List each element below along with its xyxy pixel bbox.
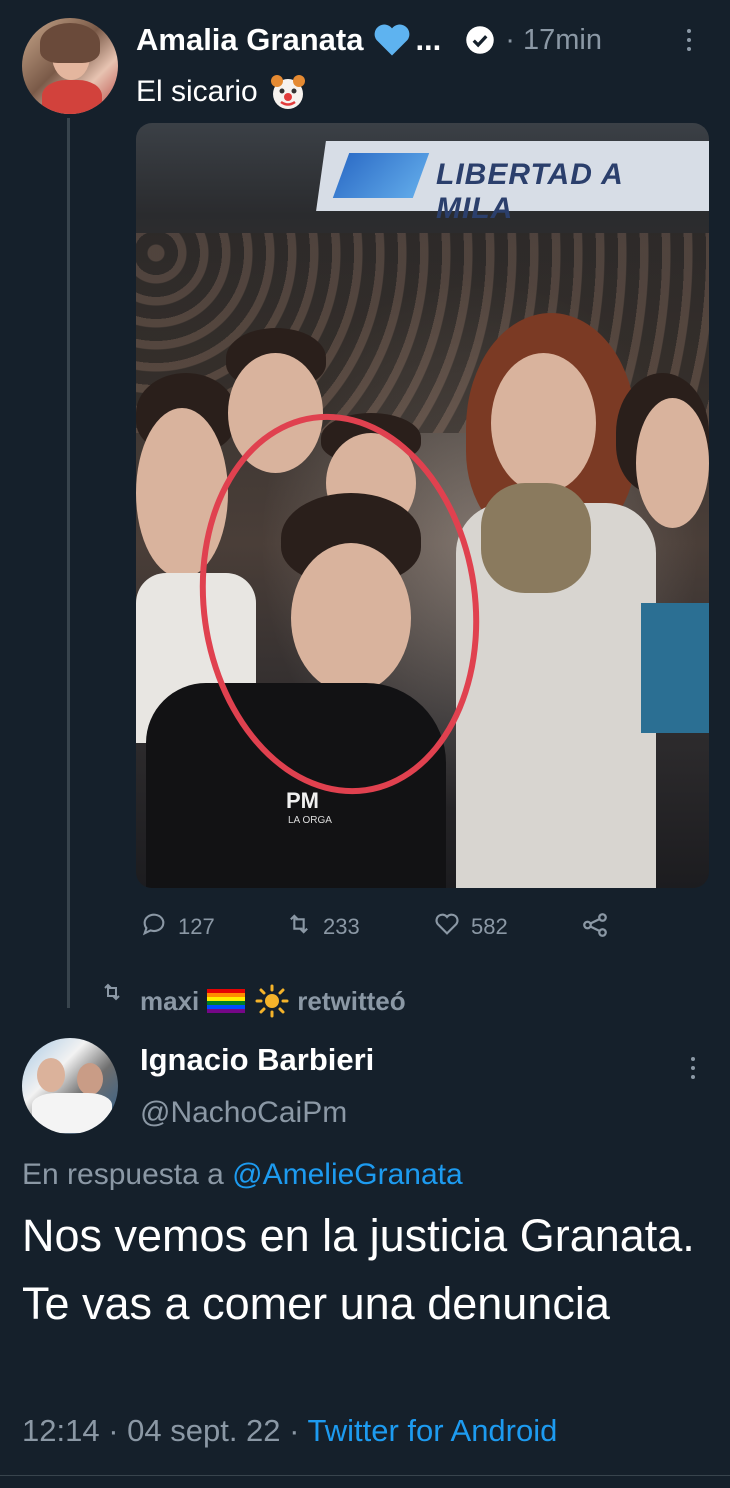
- shirt-subtext: LA ORGA: [288, 815, 332, 826]
- retweet-count: 233: [323, 914, 360, 939]
- person-right-face: [636, 398, 709, 528]
- banner-logo: [332, 153, 430, 198]
- retweet-action-label: retwitteó: [297, 985, 406, 1016]
- thread-connector-line: [67, 118, 70, 1008]
- tweet-text: El sicario: [136, 75, 258, 108]
- more-options-icon-2[interactable]: [690, 1056, 696, 1085]
- reply-to-mention[interactable]: @AmelieGranata: [232, 1158, 463, 1191]
- reply-prefix: En respuesta a: [22, 1158, 224, 1191]
- avatar-amalia[interactable]: [22, 18, 118, 114]
- author-name[interactable]: Amalia Granata: [136, 22, 363, 58]
- tweet-time[interactable]: · 17min: [505, 24, 602, 57]
- like-count: 582: [471, 914, 508, 939]
- author-name-2[interactable]: Ignacio Barbieri: [140, 1042, 374, 1078]
- rainbow-flag-icon: [207, 987, 247, 1015]
- tweet2-text: Nos vemos en la justicia Granata. Te vas…: [22, 1210, 695, 1329]
- more-options-icon[interactable]: [686, 28, 692, 57]
- clown-face-icon: [268, 72, 308, 112]
- tweet-meta: 12:14 · 04 sept. 22 · Twitter for Androi…: [22, 1413, 557, 1449]
- avatar-ignacio[interactable]: [22, 1038, 118, 1134]
- person-cfk-scarf: [481, 483, 591, 593]
- shirt-text: PM: [286, 788, 319, 813]
- like-icon: [433, 910, 461, 944]
- retweet-icon: [285, 910, 313, 944]
- reply-count: 127: [178, 914, 215, 939]
- retweet-action[interactable]: 233: [285, 910, 360, 944]
- retweet-indicator-icon: [100, 980, 124, 1009]
- verified-badge-icon: [465, 25, 495, 55]
- retweet-header: maxi retwitteó: [140, 984, 406, 1018]
- person-right-shirt: [641, 603, 709, 733]
- tweet1-header: Amalia Granata ... · 17min: [136, 22, 602, 58]
- tweet-timestamp: 12:14 · 04 sept. 22 ·: [22, 1413, 300, 1448]
- sun-icon: [255, 984, 289, 1018]
- retweeter-name[interactable]: maxi: [140, 986, 199, 1017]
- author-handle[interactable]: @NachoCaiPm: [140, 1096, 347, 1130]
- share-icon[interactable]: [580, 910, 610, 945]
- name-ellipsis: ...: [415, 22, 442, 57]
- person-cfk-face: [491, 353, 596, 493]
- reply-icon: [140, 910, 168, 944]
- reply-action[interactable]: 127: [140, 910, 215, 944]
- reply-context: En respuesta a @AmelieGranata: [22, 1158, 463, 1192]
- bottom-divider: [0, 1475, 730, 1476]
- tweet-source[interactable]: Twitter for Android: [308, 1413, 558, 1448]
- tweet1-body: El sicario: [136, 72, 308, 112]
- banner-text: LIBERTAD A MILA: [436, 158, 623, 225]
- like-action[interactable]: 582: [433, 910, 508, 944]
- tweet-photo[interactable]: LIBERTAD A MILA PM LA ORGA: [136, 123, 709, 888]
- blue-heart-icon: [373, 23, 411, 57]
